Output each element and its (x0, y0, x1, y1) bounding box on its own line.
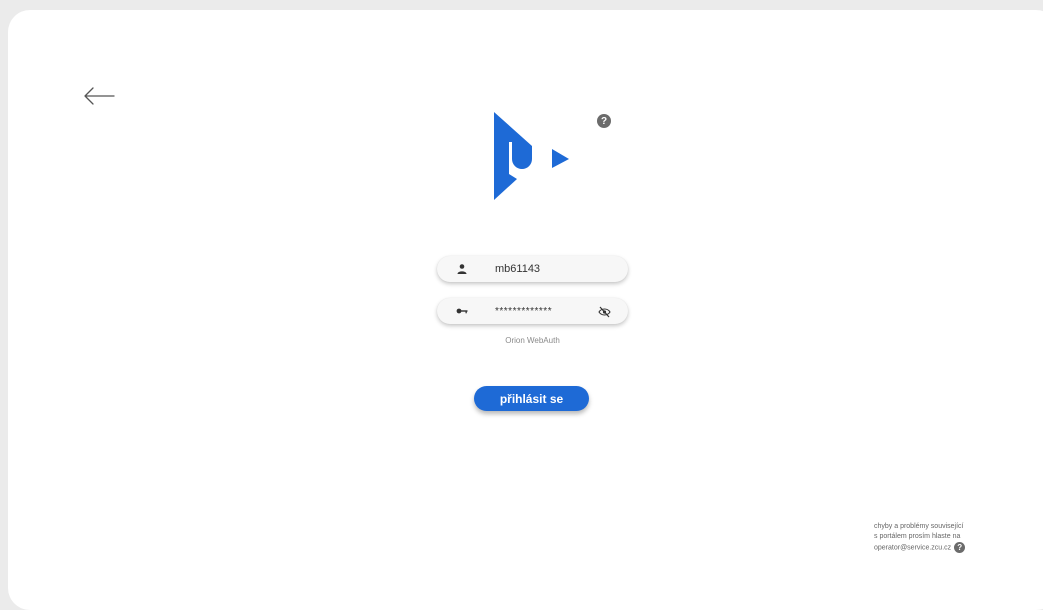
support-note-line1: chyby a problémy související (874, 523, 964, 530)
support-note-line2: s portálem prosím hlaste na (874, 533, 961, 540)
password-input[interactable] (495, 301, 595, 321)
auth-method-label: Orion WebAuth (505, 336, 560, 345)
back-arrow-icon[interactable] (82, 86, 116, 106)
help-icon[interactable]: ? (954, 542, 966, 553)
eye-slash-icon[interactable] (598, 305, 611, 318)
key-icon (456, 304, 468, 316)
username-field[interactable] (437, 256, 628, 282)
login-button[interactable]: přihlásit se (474, 386, 589, 411)
zcu-logo (494, 112, 570, 200)
user-icon (456, 262, 468, 274)
password-field[interactable] (437, 298, 628, 324)
help-icon[interactable]: ? (597, 114, 611, 128)
username-input[interactable] (495, 259, 595, 279)
support-email[interactable]: operator@service.zcu.cz (874, 544, 951, 551)
support-note: chyby a problémy související s portálem … (874, 522, 1014, 553)
support-email-row: operator@service.zcu.cz? (874, 542, 1014, 553)
